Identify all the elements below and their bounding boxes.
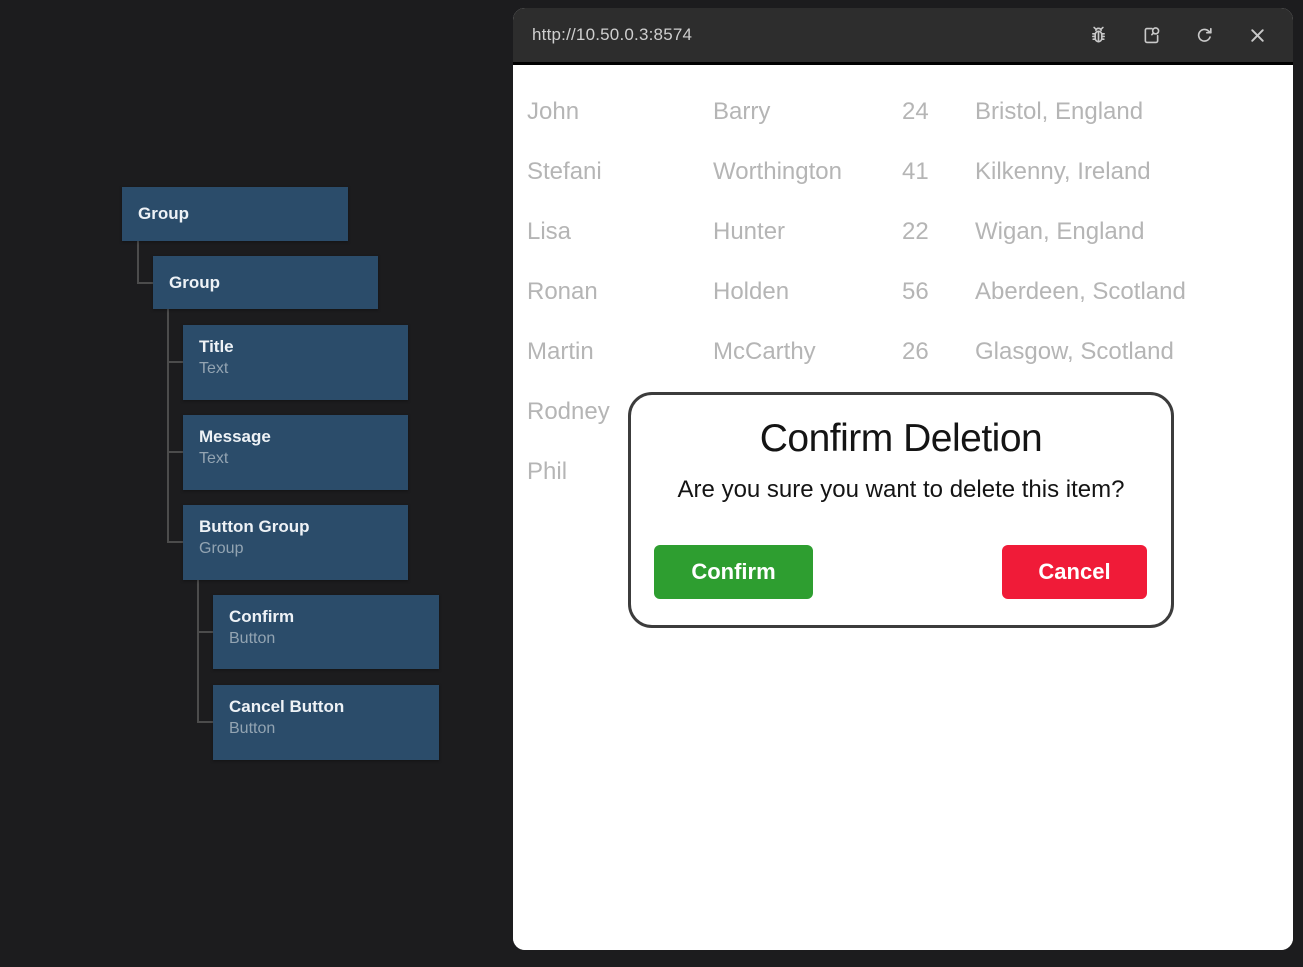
close-icon[interactable] (1246, 24, 1269, 47)
tree-node-type: Text (199, 360, 408, 378)
table-row: MartinMcCarthy26Glasgow, Scotland (527, 321, 1189, 381)
cell-location: Aberdeen, Scotland (975, 261, 1189, 321)
bug-icon[interactable] (1087, 24, 1110, 47)
tree-node-title: Cancel Button (229, 697, 439, 717)
page-content: JohnBarry24Bristol, EnglandStefaniWorthi… (513, 65, 1293, 950)
tree-node-type: Button (229, 630, 439, 648)
tree-node-title: Confirm (229, 607, 439, 627)
cell-last: McCarthy (713, 321, 902, 381)
tree-connector (137, 241, 139, 284)
inspect-icon[interactable] (1140, 24, 1163, 47)
tree-connector (167, 451, 183, 453)
cell-location: Glasgow, Scotland (975, 321, 1189, 381)
tree-node-confirm-button[interactable]: Confirm Button (213, 595, 439, 669)
confirm-deletion-modal: Confirm Deletion Are you sure you want t… (628, 392, 1174, 628)
tree-connector (167, 361, 183, 363)
cell-first: Lisa (527, 201, 713, 261)
tree-node-button-group[interactable]: Button Group Group (183, 505, 408, 580)
tree-node-type: Button (229, 720, 439, 738)
tree-connector (167, 309, 169, 543)
cell-last: Holden (713, 261, 902, 321)
tree-connector (167, 541, 183, 543)
modal-title: Confirm Deletion (631, 417, 1171, 461)
reload-icon[interactable] (1193, 24, 1216, 47)
titlebar-icons (1087, 24, 1269, 47)
confirm-button[interactable]: Confirm (654, 545, 813, 599)
cell-age: 26 (902, 321, 975, 381)
browser-titlebar: http://10.50.0.3:8574 (513, 8, 1293, 65)
cell-age: 41 (902, 141, 975, 201)
cell-age: 24 (902, 81, 975, 141)
tree-node-message-text[interactable]: Message Text (183, 415, 408, 490)
cell-location: Bristol, England (975, 81, 1189, 141)
tree-node-type: Text (199, 450, 408, 468)
tree-node-title: Title (199, 337, 408, 357)
table-row: StefaniWorthington41Kilkenny, Ireland (527, 141, 1189, 201)
tree-node-title: Button Group (199, 517, 408, 537)
cell-last: Barry (713, 81, 902, 141)
cell-first: Stefani (527, 141, 713, 201)
tree-node-group-root[interactable]: Group (122, 187, 348, 241)
tree-node-title: Group (138, 204, 189, 224)
tree-node-title: Message (199, 427, 408, 447)
cell-location: Wigan, England (975, 201, 1189, 261)
modal-buttons: Confirm Cancel (654, 545, 1147, 599)
desktop: Group Group Title Text Message Text Butt… (0, 0, 1303, 967)
cell-last: Hunter (713, 201, 902, 261)
tree-connector (197, 721, 213, 723)
cell-age: 56 (902, 261, 975, 321)
tree-node-group-inner[interactable]: Group (153, 256, 378, 309)
tree-node-title-text[interactable]: Title Text (183, 325, 408, 400)
browser-window: http://10.50.0.3:8574 (513, 8, 1293, 950)
tree-node-title: Group (169, 273, 220, 293)
cancel-button[interactable]: Cancel (1002, 545, 1147, 599)
url-bar[interactable]: http://10.50.0.3:8574 (532, 25, 1087, 45)
tree-node-type: Group (199, 540, 408, 558)
table-row: LisaHunter22Wigan, England (527, 201, 1189, 261)
tree-connector (197, 631, 213, 633)
tree-connector (197, 580, 199, 723)
cell-first: Martin (527, 321, 713, 381)
tree-connector (137, 282, 153, 284)
cell-location: Kilkenny, Ireland (975, 141, 1189, 201)
modal-message: Are you sure you want to delete this ite… (631, 476, 1171, 504)
table-row: JohnBarry24Bristol, England (527, 81, 1189, 141)
tree-node-cancel-button[interactable]: Cancel Button Button (213, 685, 439, 760)
cell-last: Worthington (713, 141, 902, 201)
table-row: RonanHolden56Aberdeen, Scotland (527, 261, 1189, 321)
cell-first: Ronan (527, 261, 713, 321)
cell-first: John (527, 81, 713, 141)
cell-age: 22 (902, 201, 975, 261)
